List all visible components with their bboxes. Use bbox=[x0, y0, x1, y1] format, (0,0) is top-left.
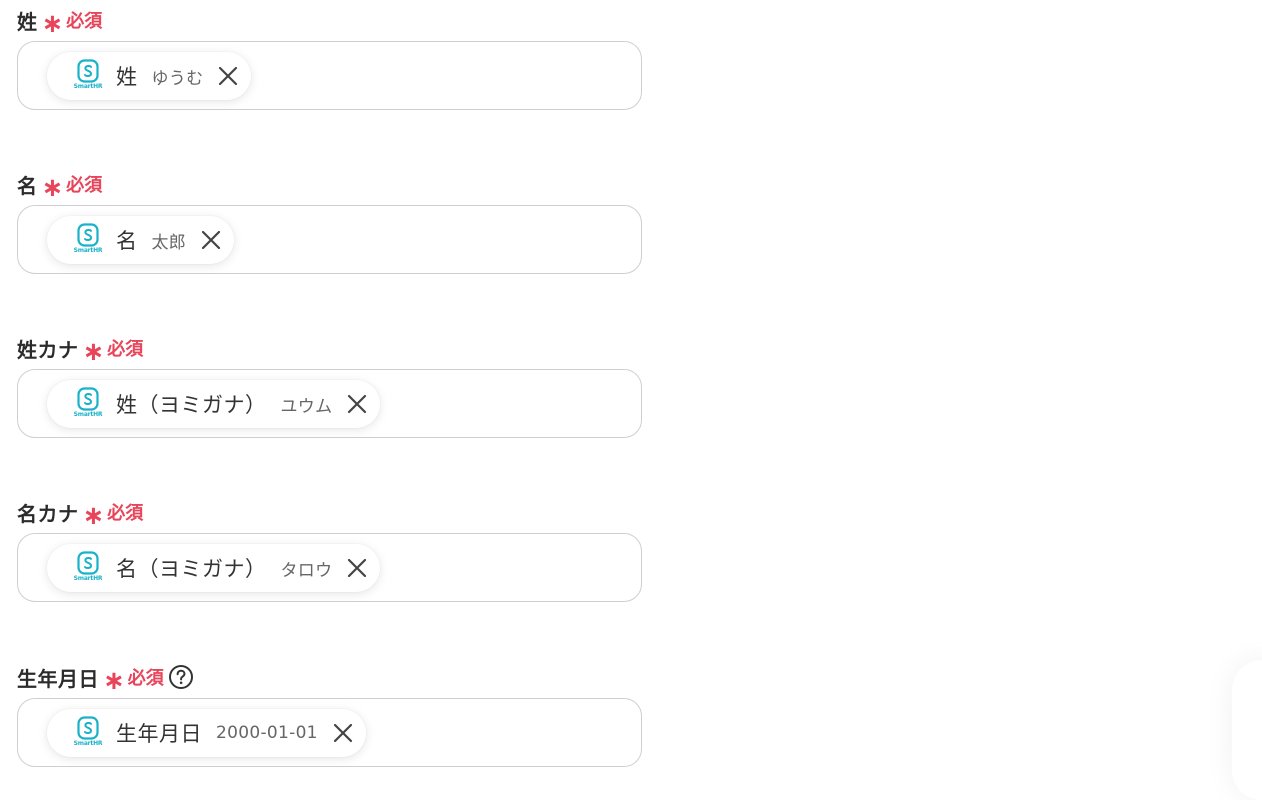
chip-value: タロウ bbox=[280, 560, 333, 581]
chip-value: 2000-01-01 bbox=[216, 723, 318, 743]
smarthr-logo-text: SmartHR bbox=[73, 247, 103, 254]
field-last-name-kana: 姓カナ ∗ 必須 SmartHR 姓（ヨミガナ） ユウム bbox=[17, 334, 642, 438]
chip-name: 生年月日 bbox=[116, 722, 202, 746]
required-asterisk-icon: ∗ bbox=[82, 337, 105, 367]
close-icon[interactable] bbox=[332, 722, 354, 744]
help-icon[interactable] bbox=[168, 664, 194, 690]
smarthr-logo-icon: SmartHR bbox=[73, 387, 103, 421]
field-last-name: 姓 ∗ 必須 SmartHR 姓 ゆうむ bbox=[17, 6, 642, 110]
required-text: 必須 bbox=[66, 175, 103, 196]
field-label: 姓カナ bbox=[17, 337, 79, 362]
variable-chip[interactable]: SmartHR 名（ヨミガナ） タロウ bbox=[47, 544, 381, 592]
required-asterisk-icon: ∗ bbox=[41, 9, 64, 39]
chip-value: ユウム bbox=[280, 396, 333, 417]
field-label-row: 名カナ ∗ 必須 bbox=[17, 498, 642, 531]
field-label-row: 生年月日 ∗ 必須 bbox=[17, 663, 642, 696]
smarthr-logo-text: SmartHR bbox=[73, 740, 103, 747]
last-name-input[interactable]: SmartHR 姓 ゆうむ bbox=[17, 41, 642, 110]
floating-panel-edge bbox=[1232, 660, 1262, 800]
required-text: 必須 bbox=[127, 668, 164, 689]
required-asterisk-icon: ∗ bbox=[103, 666, 125, 696]
field-label: 生年月日 bbox=[17, 666, 99, 691]
smarthr-logo-text: SmartHR bbox=[73, 411, 103, 418]
birth-date-input[interactable]: SmartHR 生年月日 2000-01-01 bbox=[17, 698, 642, 767]
field-birth-date: 生年月日 ∗ 必須 SmartHR 生年月日 2000-01-01 bbox=[17, 663, 642, 767]
field-first-name-kana: 名カナ ∗ 必須 SmartHR 名（ヨミガナ） タロウ bbox=[17, 498, 642, 602]
variable-chip[interactable]: SmartHR 姓 ゆうむ bbox=[47, 52, 252, 100]
first-name-kana-input[interactable]: SmartHR 名（ヨミガナ） タロウ bbox=[17, 533, 642, 602]
close-icon[interactable] bbox=[217, 65, 239, 87]
field-label: 名カナ bbox=[17, 501, 79, 526]
field-label-row: 姓 ∗ 必須 bbox=[17, 6, 642, 39]
smarthr-logo-text: SmartHR bbox=[73, 575, 103, 582]
form: 姓 ∗ 必須 SmartHR 姓 ゆうむ 名 ∗ 必須 SmartHR 名 太郎… bbox=[0, 0, 1262, 777]
field-label-row: 姓カナ ∗ 必須 bbox=[17, 334, 642, 367]
first-name-input[interactable]: SmartHR 名 太郎 bbox=[17, 205, 642, 274]
close-icon[interactable] bbox=[200, 229, 222, 251]
chip-value: 太郎 bbox=[151, 232, 187, 253]
smarthr-logo-icon: SmartHR bbox=[73, 716, 103, 750]
required-asterisk-icon: ∗ bbox=[41, 173, 64, 203]
close-icon[interactable] bbox=[346, 557, 368, 579]
variable-chip[interactable]: SmartHR 姓（ヨミガナ） ユウム bbox=[47, 380, 381, 428]
required-text: 必須 bbox=[66, 11, 103, 32]
chip-name: 姓（ヨミガナ） bbox=[116, 393, 267, 417]
chip-name: 姓 bbox=[116, 65, 138, 89]
required-asterisk-icon: ∗ bbox=[82, 501, 105, 531]
smarthr-logo-icon: SmartHR bbox=[73, 551, 103, 585]
chip-name: 名 bbox=[116, 229, 138, 253]
chip-value: ゆうむ bbox=[151, 68, 204, 89]
smarthr-logo-icon: SmartHR bbox=[73, 59, 103, 93]
field-label: 姓 bbox=[17, 9, 38, 34]
smarthr-logo-icon: SmartHR bbox=[73, 223, 103, 257]
smarthr-logo-text: SmartHR bbox=[73, 83, 103, 90]
chip-name: 名（ヨミガナ） bbox=[116, 557, 267, 581]
required-text: 必須 bbox=[107, 503, 144, 524]
field-label-row: 名 ∗ 必須 bbox=[17, 170, 642, 203]
last-name-kana-input[interactable]: SmartHR 姓（ヨミガナ） ユウム bbox=[17, 369, 642, 438]
variable-chip[interactable]: SmartHR 生年月日 2000-01-01 bbox=[47, 709, 366, 757]
field-label: 名 bbox=[17, 173, 38, 198]
variable-chip[interactable]: SmartHR 名 太郎 bbox=[47, 216, 235, 264]
field-first-name: 名 ∗ 必須 SmartHR 名 太郎 bbox=[17, 170, 642, 274]
required-text: 必須 bbox=[107, 339, 144, 360]
close-icon[interactable] bbox=[346, 393, 368, 415]
